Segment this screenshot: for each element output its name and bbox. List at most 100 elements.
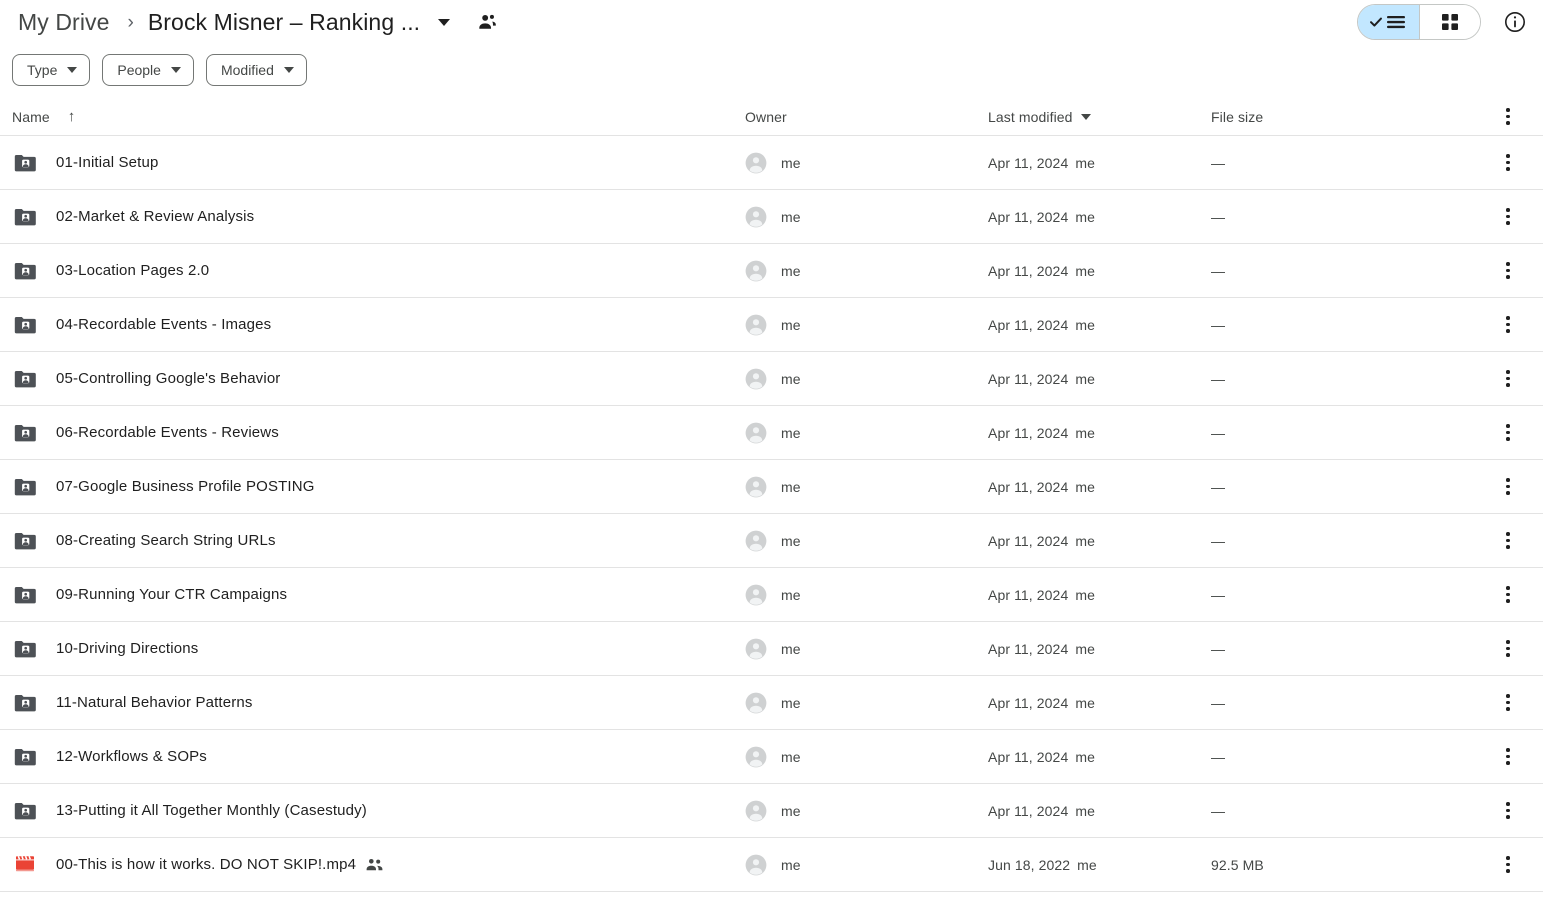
view-toggle xyxy=(1357,4,1481,40)
column-header-file-size-label: File size xyxy=(1211,108,1264,125)
row-owner-cell: me xyxy=(745,746,988,768)
row-name-cell[interactable]: 07-Google Business Profile POSTING xyxy=(0,478,745,496)
list-view-button[interactable] xyxy=(1358,5,1419,39)
shared-folder-icon xyxy=(12,802,38,820)
kebab-menu-icon[interactable] xyxy=(1498,470,1518,503)
table-row[interactable]: 08-Creating Search String URLs me Apr 11, … xyxy=(0,514,1543,568)
kebab-menu-icon[interactable] xyxy=(1498,848,1518,881)
kebab-menu-icon[interactable] xyxy=(1498,524,1518,557)
row-options-cell[interactable] xyxy=(1473,578,1543,611)
column-header-name[interactable]: Name ↑ xyxy=(0,109,745,125)
kebab-menu-icon[interactable] xyxy=(1498,200,1518,233)
row-options-cell[interactable] xyxy=(1473,416,1543,449)
owner-label: me xyxy=(781,694,801,711)
owner-label: me xyxy=(781,532,801,549)
row-file-size-cell: — xyxy=(1211,587,1473,603)
row-owner-cell: me xyxy=(745,260,988,282)
breadcrumb-my-drive[interactable]: My Drive xyxy=(12,7,116,38)
row-name-cell[interactable]: 09-Running Your CTR Campaigns xyxy=(0,586,745,604)
column-header-file-size[interactable]: File size xyxy=(1211,109,1473,125)
shared-people-icon[interactable] xyxy=(476,11,498,33)
table-header-row: Name ↑ Owner Last modified File size xyxy=(0,98,1543,136)
row-options-cell[interactable] xyxy=(1473,200,1543,233)
row-options-cell[interactable] xyxy=(1473,686,1543,719)
last-modified-by: me xyxy=(1075,694,1095,711)
table-row[interactable]: 07-Google Business Profile POSTING me Apr … xyxy=(0,460,1543,514)
row-options-cell[interactable] xyxy=(1473,146,1543,179)
column-header-owner[interactable]: Owner xyxy=(745,109,988,125)
table-row[interactable]: 03-Location Pages 2.0 me Apr 11, 2024 me — xyxy=(0,244,1543,298)
filter-chip-modified[interactable]: Modified xyxy=(205,54,307,86)
column-header-name-label: Name xyxy=(12,108,50,125)
table-row[interactable]: 01-Initial Setup me Apr 11, 2024 me — xyxy=(0,136,1543,190)
table-row[interactable]: 02-Market & Review Analysis me Apr 11, 202… xyxy=(0,190,1543,244)
row-options-cell[interactable] xyxy=(1473,848,1543,881)
row-options-cell[interactable] xyxy=(1473,308,1543,341)
info-circle-icon[interactable] xyxy=(1503,10,1527,34)
row-owner-cell: me xyxy=(745,854,988,876)
row-name-cell[interactable]: 13-Putting it All Together Monthly (Case… xyxy=(0,802,745,820)
row-name-cell[interactable]: 03-Location Pages 2.0 xyxy=(0,262,745,280)
table-row[interactable]: 00-This is how it works. DO NOT SKIP!.mp… xyxy=(0,838,1543,892)
row-options-cell[interactable] xyxy=(1473,632,1543,665)
kebab-menu-icon[interactable] xyxy=(1498,308,1518,341)
file-size-label: 92.5 MB xyxy=(1211,856,1264,873)
row-name-cell[interactable]: 10-Driving Directions xyxy=(0,640,745,658)
filter-chip-modified-label: Modified xyxy=(220,62,274,78)
grid-view-button[interactable] xyxy=(1419,5,1480,39)
kebab-menu-icon[interactable] xyxy=(1498,146,1518,179)
column-header-options[interactable] xyxy=(1473,100,1543,133)
row-file-size-cell: — xyxy=(1211,533,1473,549)
last-modified-date: Apr 11, 2024 xyxy=(988,370,1069,387)
row-options-cell[interactable] xyxy=(1473,740,1543,773)
caret-down-icon[interactable] xyxy=(438,18,451,26)
kebab-menu-icon[interactable] xyxy=(1498,794,1518,827)
row-name-cell[interactable]: 01-Initial Setup xyxy=(0,154,745,172)
table-row[interactable]: 13-Putting it All Together Monthly (Case… xyxy=(0,784,1543,838)
row-options-cell[interactable] xyxy=(1473,470,1543,503)
table-row[interactable]: 04-Recordable Events - Images me Apr 11, 2… xyxy=(0,298,1543,352)
kebab-menu-icon[interactable] xyxy=(1498,416,1518,449)
filter-chip-type[interactable]: Type xyxy=(12,54,91,86)
row-last-modified-cell: Apr 11, 2024 me xyxy=(988,479,1211,495)
row-name-cell[interactable]: 12-Workflows & SOPs xyxy=(0,748,745,766)
avatar xyxy=(745,206,767,228)
kebab-menu-icon[interactable] xyxy=(1498,686,1518,719)
video-file-icon xyxy=(12,855,38,874)
table-row[interactable]: 06-Recordable Events - Reviews me Apr 11, … xyxy=(0,406,1543,460)
kebab-menu-icon[interactable] xyxy=(1498,100,1518,133)
chevron-down-icon xyxy=(67,67,78,73)
table-row[interactable]: 10-Driving Directions me Apr 11, 2024 me — xyxy=(0,622,1543,676)
row-name-cell[interactable]: 04-Recordable Events - Images xyxy=(0,316,745,334)
row-options-cell[interactable] xyxy=(1473,254,1543,287)
owner-label: me xyxy=(781,748,801,765)
row-options-cell[interactable] xyxy=(1473,362,1543,395)
kebab-menu-icon[interactable] xyxy=(1498,632,1518,665)
shared-badge-icon xyxy=(366,858,383,871)
breadcrumb-current-folder[interactable]: Brock Misner – Ranking ... xyxy=(144,7,424,38)
chevron-down-icon xyxy=(170,67,181,73)
filter-chip-people[interactable]: People xyxy=(102,54,194,86)
row-name-cell[interactable]: 06-Recordable Events - Reviews xyxy=(0,424,745,442)
avatar xyxy=(745,476,767,498)
table-row[interactable]: 11-Natural Behavior Patterns me Apr 11, 20… xyxy=(0,676,1543,730)
row-name-cell[interactable]: 11-Natural Behavior Patterns xyxy=(0,694,745,712)
file-name-label: 12-Workflows & SOPs xyxy=(56,748,207,765)
table-row[interactable]: 09-Running Your CTR Campaigns me Apr 11, 2… xyxy=(0,568,1543,622)
kebab-menu-icon[interactable] xyxy=(1498,578,1518,611)
table-row[interactable]: 12-Workflows & SOPs me Apr 11, 2024 me — xyxy=(0,730,1543,784)
top-bar-actions xyxy=(1357,0,1527,44)
last-modified-by: me xyxy=(1075,532,1095,549)
row-name-cell[interactable]: 02-Market & Review Analysis xyxy=(0,208,745,226)
row-options-cell[interactable] xyxy=(1473,794,1543,827)
row-name-cell[interactable]: 08-Creating Search String URLs xyxy=(0,532,745,550)
kebab-menu-icon[interactable] xyxy=(1498,740,1518,773)
kebab-menu-icon[interactable] xyxy=(1498,254,1518,287)
row-name-cell[interactable]: 05-Controlling Google's Behavior xyxy=(0,370,745,388)
column-header-last-modified[interactable]: Last modified xyxy=(988,109,1211,125)
table-row[interactable]: 05-Controlling Google's Behavior me Apr 11… xyxy=(0,352,1543,406)
row-name-cell[interactable]: 00-This is how it works. DO NOT SKIP!.mp… xyxy=(0,855,745,874)
kebab-menu-icon[interactable] xyxy=(1498,362,1518,395)
owner-label: me xyxy=(781,262,801,279)
row-options-cell[interactable] xyxy=(1473,524,1543,557)
